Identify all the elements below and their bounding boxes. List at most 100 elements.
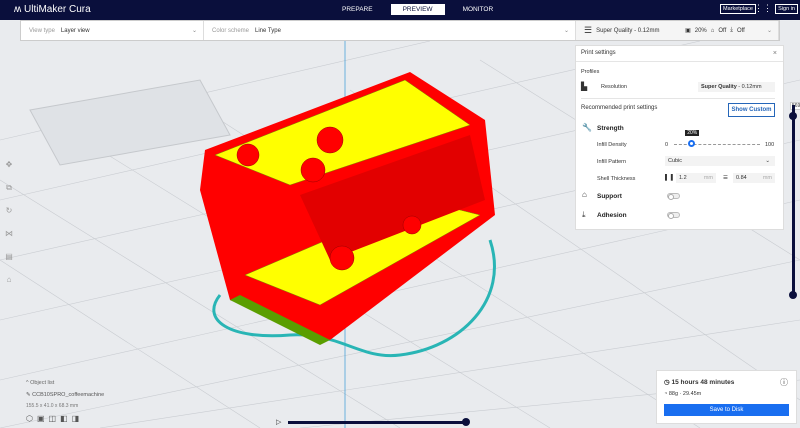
right-view-icon[interactable]: ◨ [72, 414, 84, 423]
infill-slider-handle[interactable] [687, 140, 695, 147]
sliders-icon: ☰ [584, 25, 593, 35]
support-value: Off [718, 27, 727, 34]
resolution-label: Resolution [601, 84, 627, 90]
stage-tabs: PREPARE PREVIEW MONITOR [330, 4, 505, 15]
wall-thickness-input[interactable]: 1.2 mm [676, 173, 716, 183]
chevron-down-icon: ⌄ [765, 158, 770, 164]
front-view-icon[interactable]: ▣ [37, 414, 49, 423]
color-scheme-value: Line Type [255, 27, 281, 34]
job-summary-panel: ◷ 15 hours 48 minutes ⓘ ◔ 88g · 29.45m S… [656, 370, 797, 424]
shell-thickness-label: Shell Thickness [597, 176, 636, 182]
print-setup-selector[interactable]: ☰ Super Quality - 0.12mm ▣ 20% ⌂ Off ⤓ Off ⌄ [576, 21, 779, 40]
infill-min: 0 [665, 142, 669, 148]
print-time: ◷ 15 hours 48 minutes [664, 378, 734, 386]
resolution-bold: Super Quality [701, 84, 737, 90]
panel-title: Print settings [576, 46, 783, 62]
top-bottom-thickness-input[interactable]: 0.84 mm [733, 173, 775, 183]
infill-tooltip: 20% [685, 130, 700, 136]
support-icon: ⌂ [582, 190, 587, 199]
view-type-value: Layer view [60, 27, 90, 34]
scale-tool-icon[interactable]: ⧉ [3, 183, 15, 206]
mirror-tool-icon[interactable]: ⋈ [3, 229, 15, 252]
tab-preview[interactable]: PREVIEW [390, 4, 445, 15]
top-bar: ʍ UltiMaker Cura PREPARE PREVIEW MONITOR… [0, 0, 800, 20]
per-model-settings-icon[interactable]: ▤ [3, 252, 15, 275]
print-time-text: 15 hours 48 minutes [671, 379, 735, 386]
infill-pattern-select[interactable]: Cubic ⌄ [665, 156, 775, 166]
wall-thickness-icon: ▌▐ [665, 175, 673, 181]
layer-slider-bottom-handle[interactable] [789, 291, 797, 299]
infill-slider-track[interactable] [674, 144, 760, 145]
3d-view-icon[interactable]: ⬡ [26, 414, 37, 423]
camera-view-buttons: ⬡▣◫◧◨ [26, 414, 83, 423]
support-blocker-icon[interactable]: ⌂ [3, 275, 15, 298]
layer-slider-top-handle[interactable] [789, 112, 797, 120]
show-custom-button[interactable]: Show Custom [728, 103, 775, 117]
material-usage: ◔ 88g · 29.45m [664, 391, 701, 397]
path-slider[interactable] [288, 421, 466, 424]
profile-value: Super Quality - 0.12mm [596, 27, 660, 34]
object-name[interactable]: ✎ CCB10SPRO_coffeemachine [26, 392, 104, 398]
view-toolbar: View type Layer view ⌄ Color scheme Line Ty… [20, 20, 780, 41]
material-text: 88g · 29.45m [668, 391, 702, 397]
view-type-label: View type [29, 27, 55, 34]
infill-density-label: Infill Density [597, 142, 627, 148]
print-settings-panel: Print settings × Profiles ▙ Resolution S… [575, 45, 784, 230]
support-toggle[interactable] [667, 193, 680, 200]
object-list-label: Object list [30, 380, 55, 386]
rotate-tool-icon[interactable]: ↻ [3, 206, 15, 229]
info-icon[interactable]: ⓘ [780, 377, 788, 388]
tab-prepare[interactable]: PREPARE [330, 4, 385, 15]
adhesion-label: Adhesion [597, 212, 627, 219]
tab-monitor[interactable]: MONITOR [451, 4, 506, 15]
object-list-toggle[interactable]: ^ Object list [26, 380, 54, 386]
adhesion-toggle[interactable] [667, 212, 680, 219]
object-name-text: CCB10SPRO_coffeemachine [32, 392, 105, 398]
adhesion-icon: ⤓ [730, 27, 733, 33]
chevron-down-icon: ⌄ [563, 28, 569, 34]
top-view-icon[interactable]: ◫ [49, 414, 61, 423]
resolution-select[interactable]: Super Quality - 0.12mm [698, 82, 775, 92]
strength-heading: Strength [597, 125, 624, 132]
top-bottom-value: 0.84 [736, 175, 747, 181]
color-scheme-select[interactable]: Color scheme Line Type ⌄ [204, 21, 576, 40]
chevron-down-icon: ⌄ [766, 28, 772, 34]
support-label: Support [597, 193, 622, 200]
left-view-icon[interactable]: ◧ [60, 414, 72, 423]
app-title: UltiMaker Cura [24, 4, 91, 15]
marketplace-button[interactable]: Marketplace [720, 4, 756, 14]
logo-icon: ʍ [14, 4, 24, 15]
play-icon[interactable]: ▷ [276, 418, 281, 426]
top-bottom-icon: ☰ [723, 175, 728, 181]
close-icon[interactable]: × [773, 50, 777, 57]
infill-icon: ▣ [685, 28, 691, 34]
adhesion-icon: ⤓ [582, 210, 586, 219]
infill-max: 100 [765, 142, 775, 148]
save-to-disk-button[interactable]: Save to Disk [664, 404, 789, 416]
tool-sidebar: ✥ ⧉ ↻ ⋈ ▤ ⌂ [3, 160, 15, 298]
adhesion-value: Off [736, 27, 745, 34]
resolution-rest: - 0.12mm [736, 84, 762, 90]
profiles-heading: Profiles [581, 69, 600, 75]
apps-grid-icon[interactable]: ⋮⋮ [754, 4, 772, 13]
layer-slider[interactable] [792, 105, 795, 295]
move-tool-icon[interactable]: ✥ [3, 160, 15, 183]
app-logo: ʍ UltiMaker Cura [14, 4, 91, 15]
printer-frame [29, 79, 231, 166]
view-type-select[interactable]: View type Layer view ⌄ [21, 21, 204, 40]
object-dimensions: 155.5 x 41.0 x 68.3 mm [26, 403, 79, 409]
unit: mm [762, 175, 772, 181]
infill-pattern-value: Cubic [668, 158, 683, 164]
wrench-icon: 🔧 [582, 123, 592, 132]
infill-pattern-label: Infill Pattern [597, 159, 627, 165]
path-slider-handle[interactable] [462, 418, 470, 426]
support-icon: ⌂ [710, 27, 715, 34]
model-coffee-machine [200, 72, 495, 345]
resolution-icon: ▙ [581, 82, 588, 91]
chevron-down-icon: ⌄ [191, 28, 197, 34]
sign-in-button[interactable]: Sign in [775, 4, 798, 14]
color-scheme-label: Color scheme [212, 27, 250, 34]
unit: mm [703, 175, 713, 181]
infill-value: 20% [694, 27, 707, 34]
recommended-heading: Recommended print settings [581, 105, 658, 111]
